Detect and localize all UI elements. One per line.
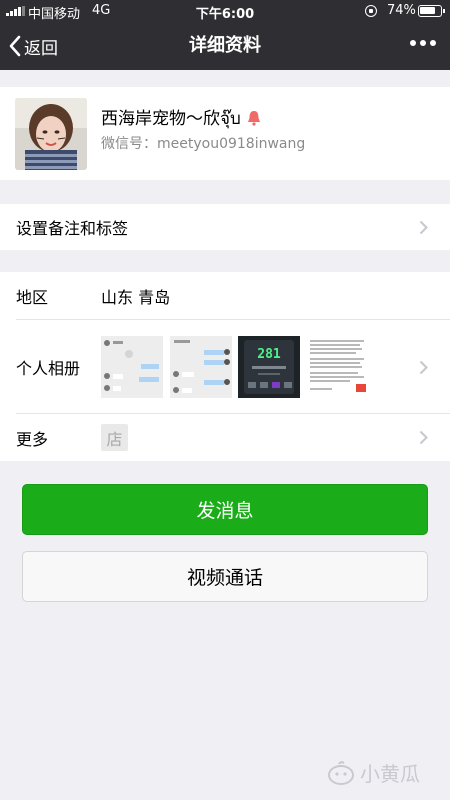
game-screenshot-image: 281 (238, 336, 300, 398)
avatar-photo (15, 98, 87, 170)
album-thumbnail[interactable] (306, 336, 368, 398)
more-options-button[interactable] (410, 40, 436, 46)
profile-card: 西海岸宠物～欣จุ๊บ 微信号：meetyou0918inwang (0, 87, 450, 180)
nav-bar: 返回 详细资料 (0, 22, 450, 70)
chevron-right-icon (419, 360, 428, 374)
remark-label: 设置备注和标签 (16, 219, 129, 238)
info-section: 地区 山东 青岛 个人相册 281 更多 店 (0, 272, 450, 461)
send-message-button[interactable]: 发消息 (22, 484, 428, 535)
dot-icon (420, 40, 426, 46)
status-time: 下午6:00 (195, 7, 255, 22)
battery-percent: 74% (387, 3, 416, 18)
region-value: 山东 青岛 (101, 288, 171, 307)
cucumber-logo-icon (328, 760, 354, 785)
store-icon: 店 (101, 424, 128, 451)
video-call-button[interactable]: 视频通话 (22, 551, 428, 602)
more-row[interactable]: 更多 店 (0, 414, 450, 461)
chevron-right-icon (419, 430, 428, 445)
more-label: 更多 (16, 429, 49, 449)
rotation-lock-icon (365, 5, 377, 17)
chat-screenshot-image (101, 336, 163, 398)
chat-screenshot-image (170, 336, 232, 398)
back-label: 返回 (24, 38, 58, 59)
battery-icon (418, 5, 445, 17)
dot-icon (430, 40, 436, 46)
album-label: 个人相册 (16, 359, 81, 378)
female-gender-icon (247, 111, 260, 126)
page-title: 详细资料 (189, 35, 261, 56)
profile-name: 西海岸宠物～欣จุ๊บ (101, 109, 241, 129)
album-thumb-score: 281 (257, 347, 281, 362)
watermark: 小黄瓜 (326, 758, 420, 787)
wechat-id: 微信号：meetyou0918inwang (101, 136, 306, 152)
chevron-right-icon (419, 220, 428, 234)
text-article-image (306, 336, 368, 398)
dot-icon (410, 40, 416, 46)
album-thumbnail[interactable] (170, 336, 232, 398)
album-thumbnail[interactable] (101, 336, 163, 398)
chevron-left-icon (9, 35, 21, 57)
status-bar: 中国移动 4G 下午6:00 74% (0, 0, 450, 22)
region-row: 地区 山东 青岛 (0, 272, 450, 320)
back-button[interactable]: 返回 (8, 22, 58, 70)
avatar[interactable] (15, 98, 87, 170)
profile-name-line: 西海岸宠物～欣จุ๊บ (101, 104, 261, 132)
region-label: 地区 (16, 288, 49, 307)
album-thumbnail[interactable]: 281 (238, 336, 300, 398)
watermark-text: 小黄瓜 (360, 762, 420, 786)
set-remark-row[interactable]: 设置备注和标签 (0, 204, 450, 250)
